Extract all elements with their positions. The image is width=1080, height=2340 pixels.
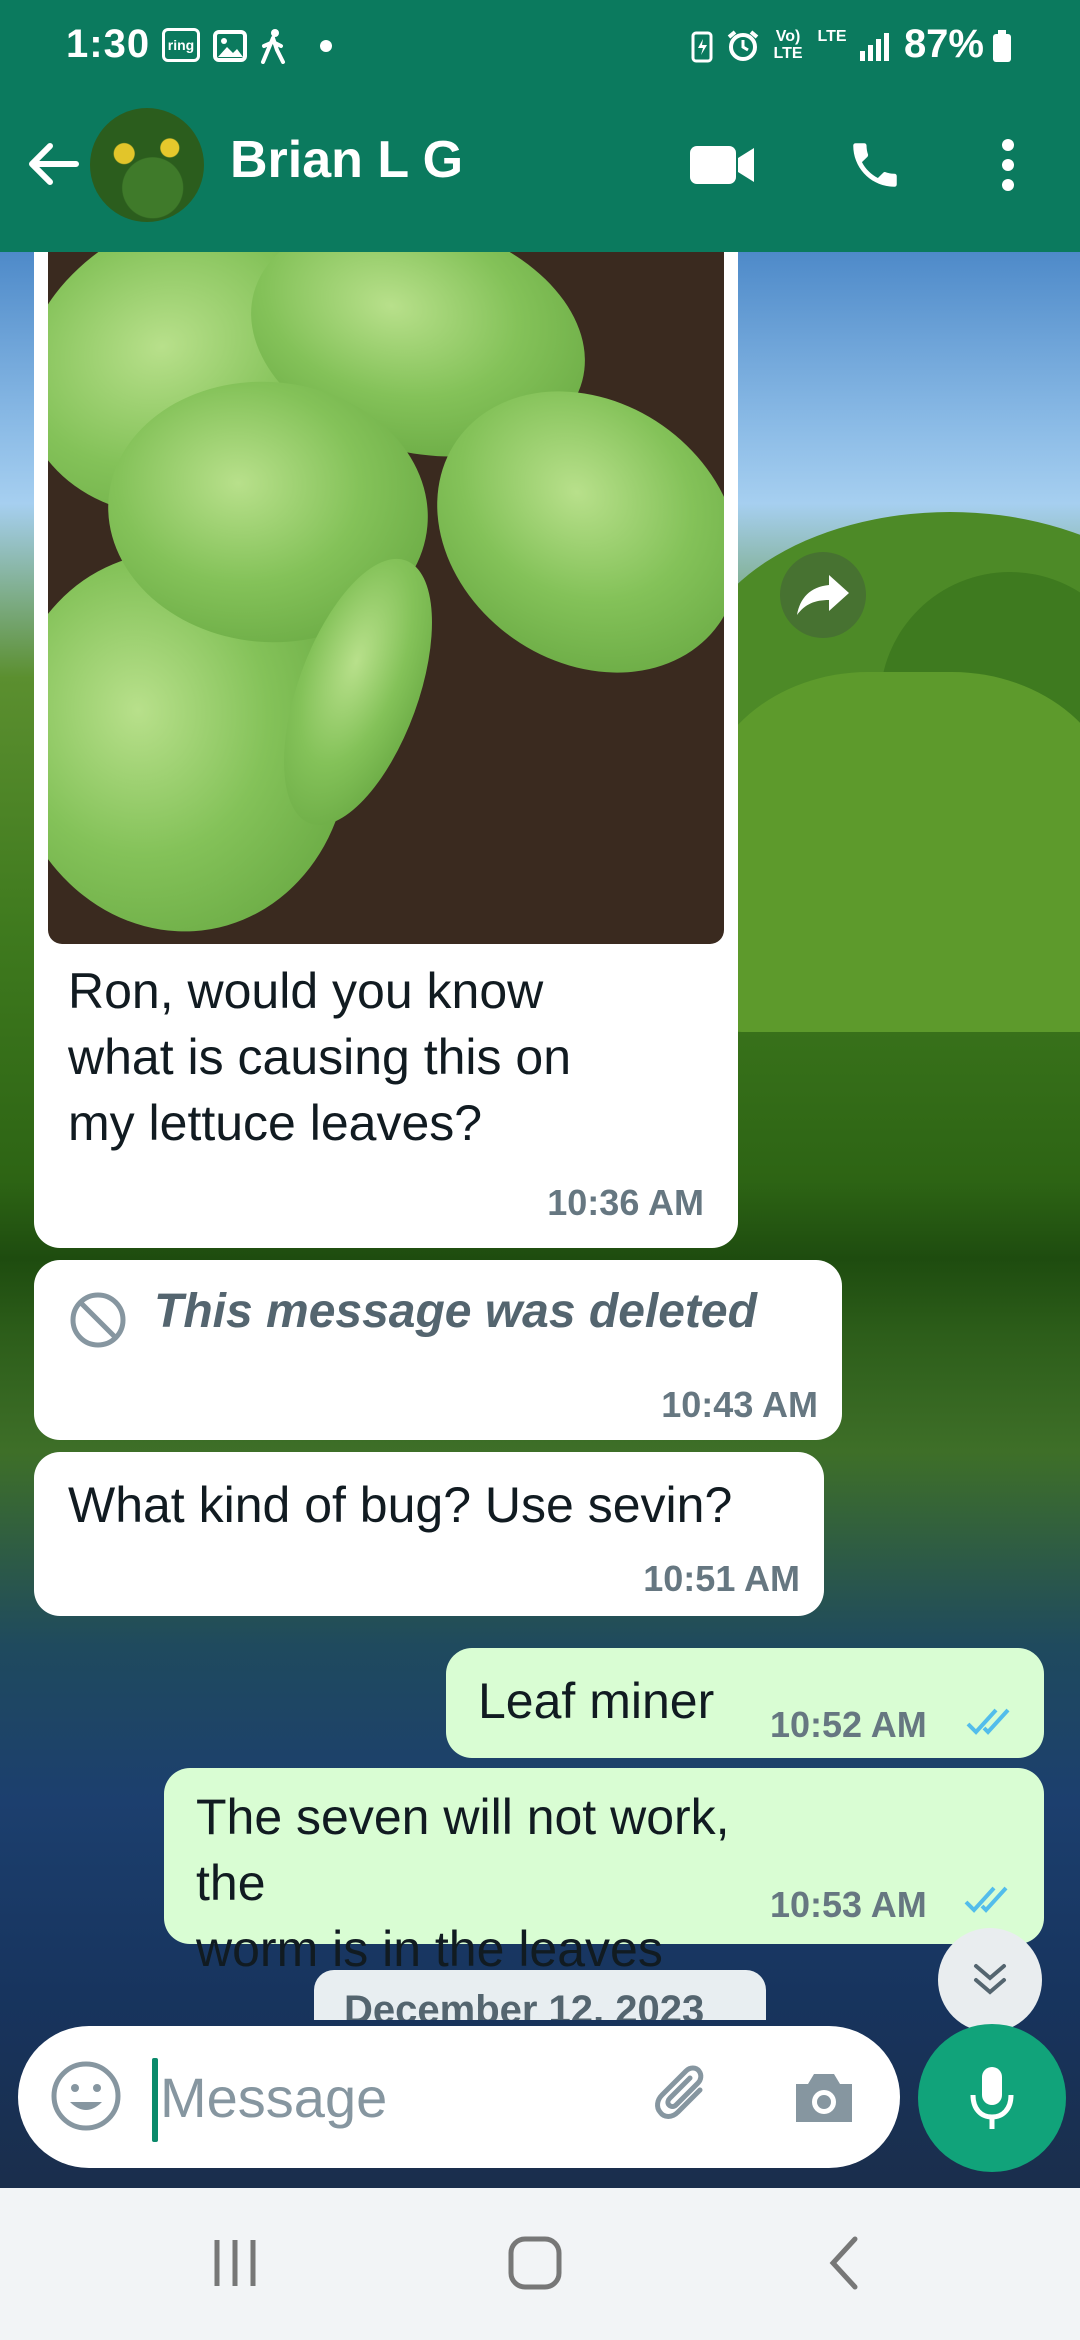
forward-button[interactable] <box>780 552 866 638</box>
gallery-icon <box>212 28 248 64</box>
contact-avatar[interactable] <box>90 108 204 222</box>
system-navigation-bar <box>0 2188 1080 2340</box>
outgoing-message-bubble[interactable]: The seven will not work, the worm is in … <box>164 1768 1044 1977</box>
status-time: 1:30 <box>66 22 151 66</box>
battery-icon <box>990 28 1014 64</box>
phone-call-icon[interactable] <box>840 130 910 200</box>
read-receipt-icon <box>966 1704 1022 1745</box>
message-time: 10:43 AM <box>661 1384 818 1425</box>
attachment-icon[interactable] <box>646 2060 722 2136</box>
battery-saver-icon <box>690 28 714 64</box>
ring-app-icon: ring <box>162 28 200 62</box>
deleted-icon <box>68 1290 128 1355</box>
back-arrow-icon[interactable] <box>24 134 84 194</box>
message-input[interactable] <box>160 2054 620 2140</box>
scroll-to-bottom-button[interactable] <box>938 1928 1042 2032</box>
message-text: What kind of bug? Use sevin? <box>68 1477 733 1533</box>
alarm-icon <box>726 28 760 64</box>
chat-header: Brian L G <box>0 100 1080 252</box>
app-header: 1:30 ring Vo) LTE LTE 87% Brian L G <box>0 0 1080 252</box>
deleted-message-text: This message was deleted <box>154 1285 757 1338</box>
video-call-icon[interactable] <box>688 130 758 200</box>
wallpaper-tree-line <box>700 672 1080 1032</box>
contact-name[interactable]: Brian L G <box>230 130 463 190</box>
image-message-bubble[interactable]: Ron, would you know what is causing this… <box>34 252 738 1248</box>
message-text: Ron, would you know what is causing this… <box>68 963 572 1151</box>
voice-message-button[interactable] <box>918 2024 1066 2172</box>
message-time: 10:52 AM <box>770 1704 927 1745</box>
camera-icon[interactable] <box>786 2060 862 2136</box>
text-cursor <box>152 2058 158 2142</box>
lte-indicator: LTE <box>817 28 847 45</box>
outgoing-message-bubble[interactable]: Leaf miner 10:52 AM <box>446 1648 1044 1758</box>
read-receipt-icon <box>964 1882 1020 1923</box>
chat-area[interactable]: Ron, would you know what is causing this… <box>0 252 1080 2188</box>
signal-strength-icon <box>858 28 892 64</box>
message-time: 10:51 AM <box>643 1558 800 1599</box>
lettuce-photo[interactable] <box>48 252 724 944</box>
home-icon[interactable] <box>490 2228 580 2298</box>
deleted-message-bubble[interactable]: This message was deleted 10:43 AM <box>34 1260 842 1440</box>
message-time: 10:53 AM <box>770 1884 927 1925</box>
status-bar: 1:30 ring Vo) LTE LTE 87% <box>0 0 1080 100</box>
more-options-icon[interactable] <box>976 130 1040 200</box>
volte-indicator: Vo) LTE <box>773 28 803 62</box>
back-nav-icon[interactable] <box>800 2228 890 2298</box>
emoji-icon[interactable] <box>48 2058 124 2134</box>
walking-icon <box>258 28 288 64</box>
incoming-message-bubble[interactable]: What kind of bug? Use sevin? 10:51 AM <box>34 1452 824 1616</box>
recent-apps-icon[interactable] <box>190 2228 280 2298</box>
message-composer <box>18 2026 900 2168</box>
message-text: The seven will not work, the worm is in … <box>196 1789 730 1977</box>
date-separator: December 12, 2023 <box>314 1970 766 2020</box>
notification-dot-icon <box>320 40 332 52</box>
message-text: Leaf miner <box>478 1673 715 1729</box>
battery-percent: 87% <box>903 22 984 66</box>
message-time: 10:36 AM <box>547 1182 704 1223</box>
